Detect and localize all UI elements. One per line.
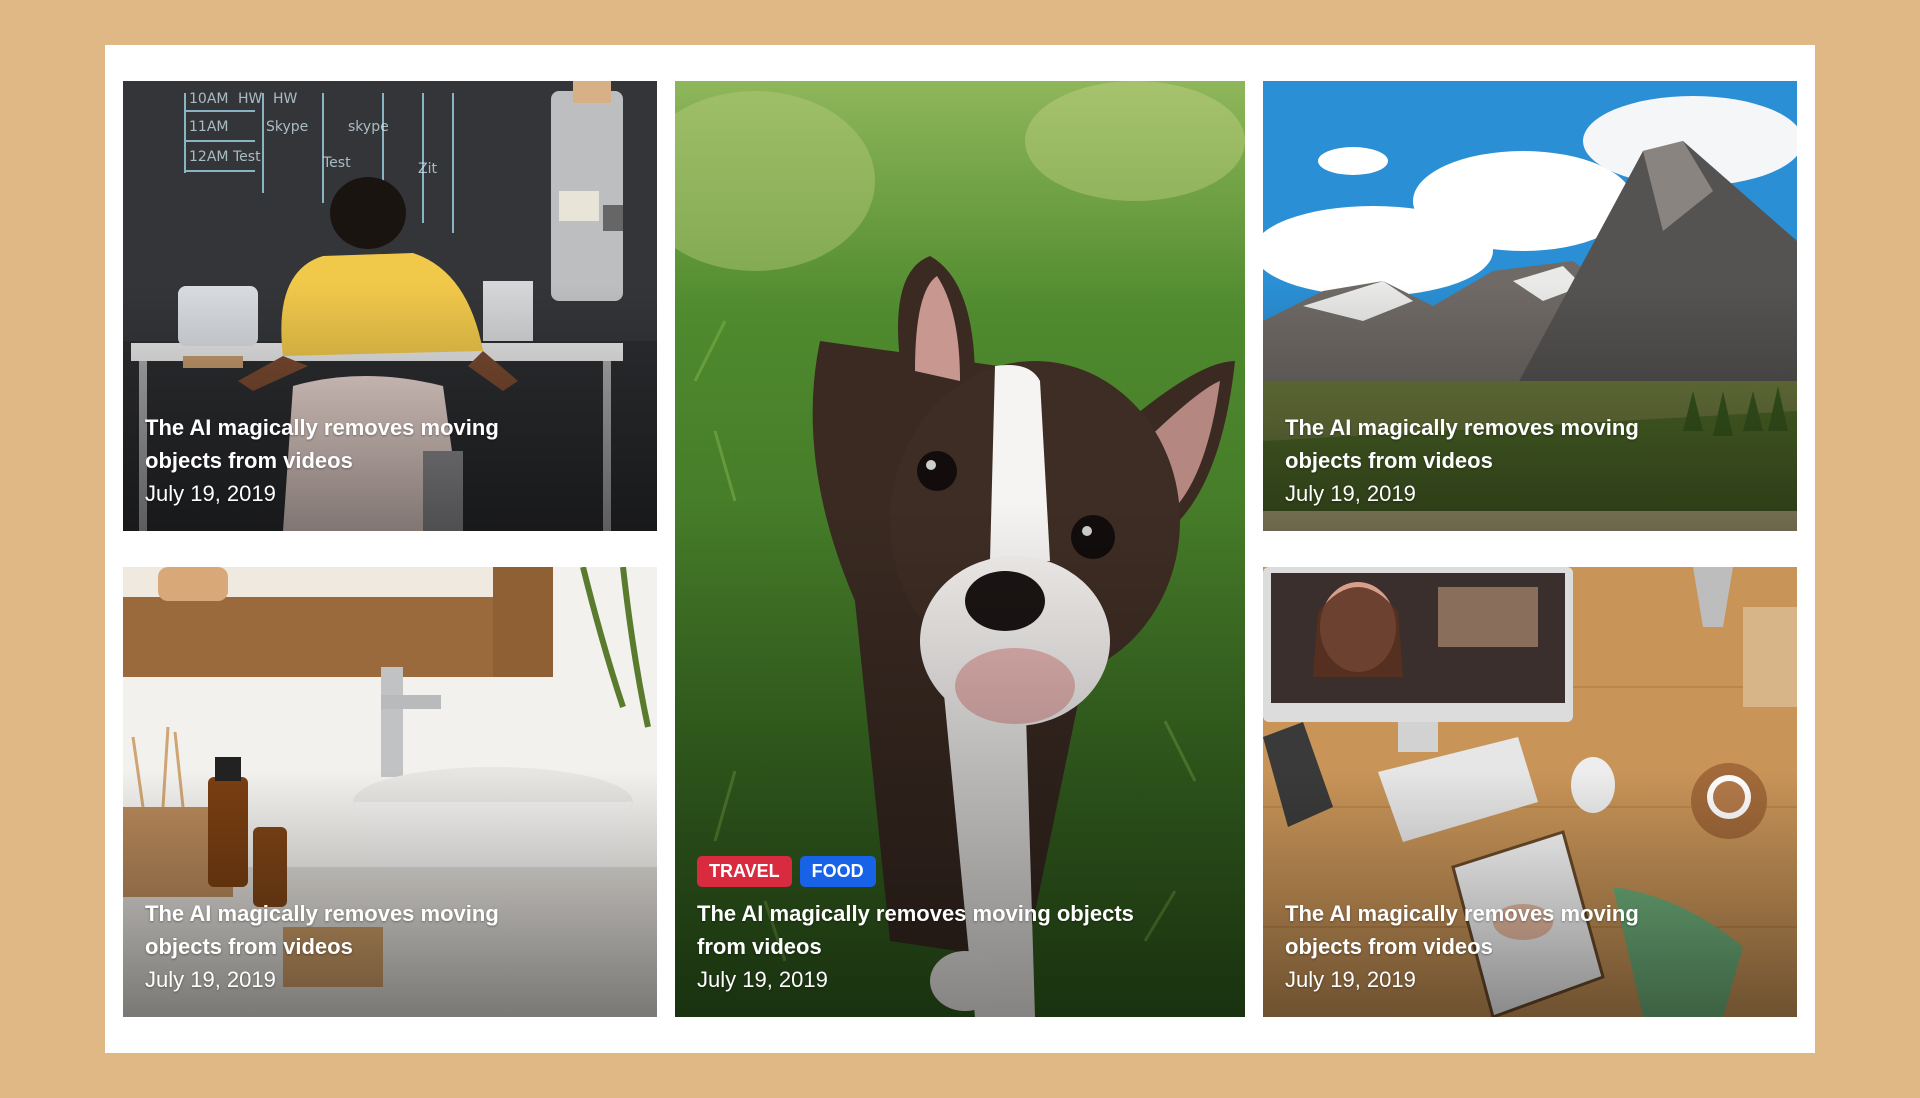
post-title[interactable]: The AI magically removes moving objects …	[145, 897, 567, 963]
blog-grid-panel: 10AM HW HW 11AM Skype skype 12AM Test Test Zit	[105, 45, 1815, 1053]
post-caption: The AI magically removes moving objects …	[145, 411, 567, 509]
post-card[interactable]: 10AM HW HW 11AM Skype skype 12AM Test Test Zit	[123, 81, 657, 531]
post-date: July 19, 2019	[145, 967, 276, 992]
post-date: July 19, 2019	[697, 967, 828, 992]
post-card[interactable]: The AI magically removes moving objects …	[1263, 567, 1797, 1017]
svg-text:HW: HW	[238, 91, 263, 107]
tag-travel[interactable]: TRAVEL	[697, 856, 792, 887]
post-card[interactable]: The AI magically removes moving objects …	[1263, 81, 1797, 531]
post-title[interactable]: The AI magically removes moving objects …	[697, 897, 1155, 963]
post-caption: The AI magically removes moving objects …	[1285, 411, 1707, 509]
svg-text:11AM: 11AM	[189, 119, 228, 135]
svg-text:Zit: Zit	[418, 161, 437, 177]
post-card[interactable]: The AI magically removes moving objects …	[123, 567, 657, 1017]
svg-text:Skype: Skype	[266, 119, 308, 135]
svg-text:HW: HW	[273, 91, 298, 107]
post-caption: The AI magically removes moving objects …	[1285, 897, 1707, 995]
post-date: July 19, 2019	[145, 481, 276, 506]
post-title[interactable]: The AI magically removes moving objects …	[1285, 897, 1707, 963]
svg-text:10AM: 10AM	[189, 91, 228, 107]
featured-post-card[interactable]: TRAVEL FOOD The AI magically removes mov…	[675, 81, 1245, 1017]
post-grid: 10AM HW HW 11AM Skype skype 12AM Test Test Zit	[123, 81, 1797, 1017]
post-caption: The AI magically removes moving objects …	[145, 897, 567, 995]
post-date: July 19, 2019	[1285, 967, 1416, 992]
tag-food[interactable]: FOOD	[799, 856, 876, 887]
post-title[interactable]: The AI magically removes moving objects …	[145, 411, 567, 477]
post-date: July 19, 2019	[1285, 481, 1416, 506]
post-title[interactable]: The AI magically removes moving objects …	[1285, 411, 1707, 477]
svg-text:skype: skype	[348, 119, 389, 135]
post-caption: TRAVEL FOOD The AI magically removes mov…	[697, 856, 1155, 995]
svg-text:Test: Test	[322, 155, 351, 171]
post-tags: TRAVEL FOOD	[697, 856, 1155, 887]
svg-text:Test: Test	[232, 149, 261, 165]
svg-text:12AM: 12AM	[189, 149, 228, 165]
